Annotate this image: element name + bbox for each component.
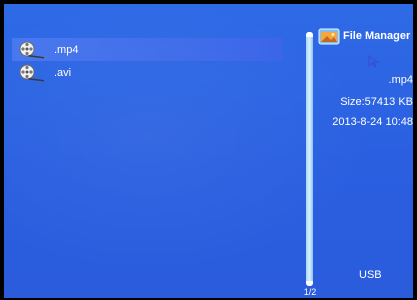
app-header: File Manager bbox=[318, 26, 410, 46]
file-row[interactable]: .mp4 bbox=[12, 38, 282, 61]
film-reel-icon bbox=[19, 64, 44, 81]
file-size: Size:57413 KB bbox=[340, 96, 413, 108]
tv-screen: .mp4 .avi 1/2 File Manager .mp4 Size:574… bbox=[4, 4, 413, 298]
file-list: .mp4 .avi bbox=[12, 38, 282, 84]
file-name: .mp4 bbox=[54, 43, 79, 56]
scrollbar[interactable] bbox=[306, 32, 313, 286]
scroll-thumb[interactable] bbox=[306, 32, 313, 286]
source-label: USB bbox=[359, 269, 382, 281]
file-date: 2013-8-24 10:48 bbox=[332, 116, 413, 128]
film-reel-icon bbox=[19, 41, 44, 58]
scroll-top-cap bbox=[306, 32, 313, 37]
cursor-icon bbox=[368, 55, 380, 68]
file-name: .avi bbox=[54, 66, 72, 79]
selected-file-name: .mp4 bbox=[388, 74, 413, 86]
folder-picture-icon bbox=[318, 28, 340, 45]
file-row[interactable]: .avi bbox=[12, 61, 282, 84]
page-indicator: 1/2 bbox=[303, 287, 317, 297]
scroll-bottom-cap bbox=[306, 281, 313, 286]
app-title: File Manager bbox=[343, 30, 411, 42]
